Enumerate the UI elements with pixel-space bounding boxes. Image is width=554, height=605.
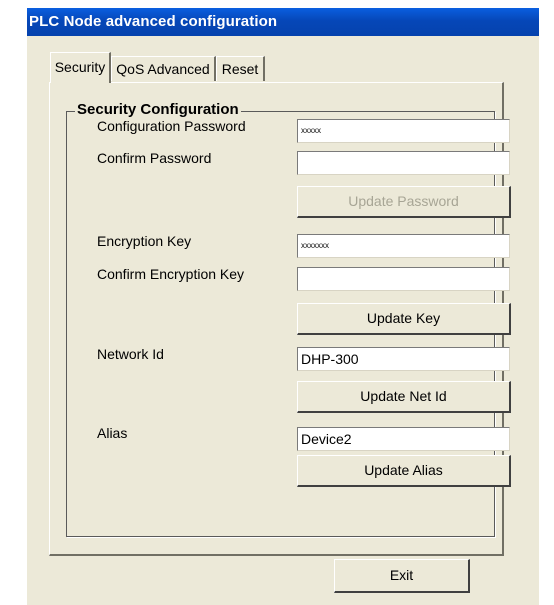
tab-security[interactable]: Security [50, 52, 111, 83]
dialog-window: PLC Node advanced configuration Security… [27, 8, 539, 605]
tab-panel-security: Security Configuration Configuration Pas… [49, 82, 511, 556]
alias-field[interactable]: Device2 [297, 427, 510, 451]
config-password-label: Configuration Password [97, 118, 246, 134]
confirm-encryption-key-label: Confirm Encryption Key [97, 266, 245, 282]
confirm-password-label: Confirm Password [97, 150, 212, 166]
encryption-key-label: Encryption Key [97, 233, 192, 249]
exit-button[interactable]: Exit [334, 559, 470, 593]
confirm-password-field[interactable] [297, 151, 510, 175]
window-title: PLC Node advanced configuration [27, 8, 539, 36]
update-net-id-button[interactable]: Update Net Id [297, 381, 511, 413]
update-alias-button[interactable]: Update Alias [297, 455, 511, 487]
confirm-encryption-key-field[interactable] [297, 267, 510, 291]
update-key-button[interactable]: Update Key [297, 303, 511, 335]
update-password-button[interactable]: Update Password [297, 186, 511, 218]
network-id-field[interactable]: DHP-300 [297, 347, 510, 371]
network-id-label: Network Id [97, 346, 164, 362]
tab-qos-advanced[interactable]: QoS Advanced [111, 56, 216, 81]
group-title: Security Configuration [75, 101, 241, 118]
security-configuration-group: Security Configuration Configuration Pas… [66, 101, 511, 537]
config-password-field[interactable]: xxxxx [297, 119, 510, 143]
tab-reset[interactable]: Reset [216, 56, 265, 81]
alias-label: Alias [97, 425, 128, 441]
encryption-key-field[interactable]: xxxxxxx [297, 234, 510, 258]
